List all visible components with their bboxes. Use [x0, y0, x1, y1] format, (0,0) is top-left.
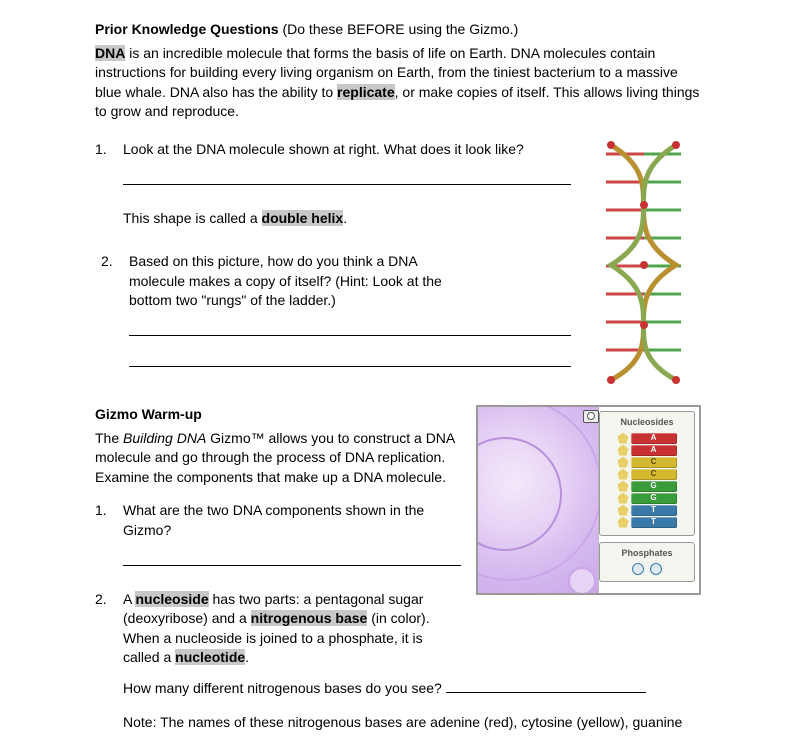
warmup-intro: The Building DNA Gizmo™ allows you to co… [95, 429, 461, 488]
warmup-heading: Gizmo Warm-up [95, 405, 461, 425]
prior-knowledge-heading: Prior Knowledge Questions (Do these BEFO… [95, 20, 701, 40]
term-replicate: replicate [337, 84, 395, 100]
answer-line[interactable] [129, 350, 571, 367]
term-nucleotide: nucleotide [175, 649, 245, 665]
warmup-q2-sub: How many different nitrogenous bases do … [123, 678, 701, 699]
term-nitrogenous-base: nitrogenous base [251, 610, 368, 626]
note-text: Note: The names of these nitrogenous bas… [123, 713, 701, 733]
shape-statement: This shape is called a double helix. [123, 209, 571, 229]
term-double-helix: double helix [262, 210, 344, 226]
term-dna: DNA [95, 45, 125, 61]
answer-line-inline[interactable] [446, 678, 646, 693]
pk-question-2: 2. Based on this picture, how do you thi… [101, 252, 576, 311]
camera-icon [583, 410, 599, 423]
warmup-question-1: 1. What are the two DNA components shown… [95, 501, 461, 540]
answer-line[interactable] [129, 319, 571, 336]
warmup-question-2: 2. A nucleoside has two parts: a pentago… [95, 590, 461, 668]
pk-question-1: 1. Look at the DNA molecule shown at rig… [95, 140, 576, 160]
answer-line[interactable] [123, 549, 461, 566]
intro-paragraph: DNA is an incredible molecule that forms… [95, 44, 701, 122]
dna-helix-image [586, 140, 701, 385]
answer-line[interactable] [123, 168, 571, 185]
gizmo-screenshot: Nucleosides A A C C G G T T Phosphates [476, 405, 701, 595]
term-nucleoside: nucleoside [135, 591, 208, 607]
nucleosides-panel: Nucleosides A A C C G G T T [599, 411, 695, 536]
phosphates-panel: Phosphates [599, 542, 695, 583]
